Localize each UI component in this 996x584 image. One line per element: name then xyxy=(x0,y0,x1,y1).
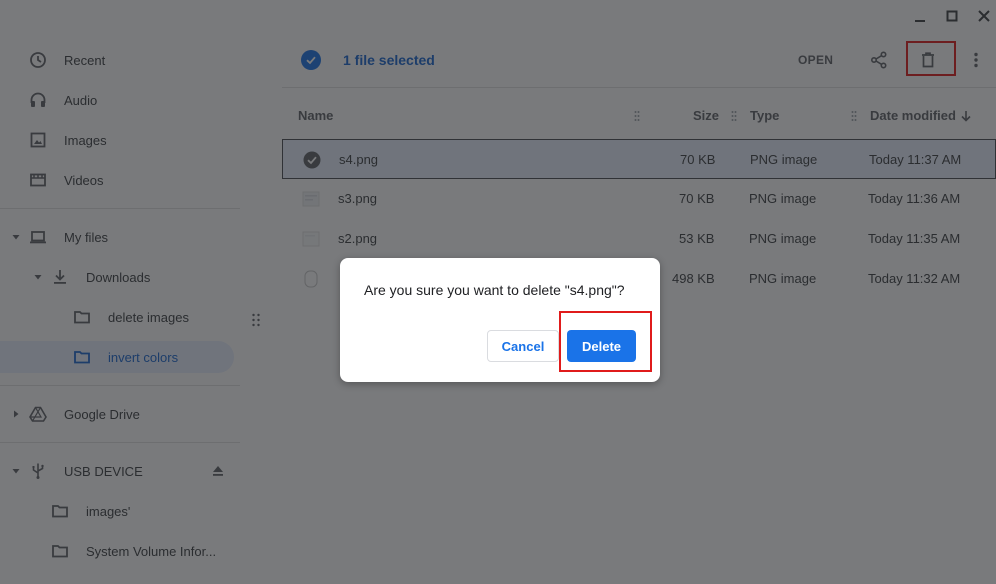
folder-icon xyxy=(51,502,69,520)
column-resize-icon[interactable] xyxy=(851,110,857,122)
sidebar-item-label: delete images xyxy=(108,309,189,325)
download-icon xyxy=(51,268,69,286)
column-resize-icon[interactable] xyxy=(634,110,640,122)
sidebar-item-label: My files xyxy=(64,229,109,245)
expand-arrow-icon[interactable] xyxy=(11,232,21,242)
file-name: s2.png xyxy=(338,231,378,246)
delete-button-highlight xyxy=(559,311,652,372)
maximize-icon[interactable] xyxy=(942,6,962,26)
sidebar-item-label: invert colors xyxy=(108,349,179,365)
file-type: PNG image xyxy=(749,271,817,286)
image-thumbnail-icon xyxy=(302,230,320,248)
sidebar-item-audio[interactable]: Audio xyxy=(0,84,240,116)
sidebar-divider xyxy=(0,208,240,209)
sidebar-item-downloads[interactable]: Downloads xyxy=(0,261,240,293)
file-type: PNG image xyxy=(750,152,818,167)
sidebar-resize-handle[interactable] xyxy=(251,312,261,328)
close-icon[interactable] xyxy=(974,6,994,26)
dialog-message: Are you sure you want to delete "s4.png"… xyxy=(364,282,625,298)
file-date: Today 11:35 AM xyxy=(868,231,961,246)
file-type: PNG image xyxy=(749,191,817,206)
clock-icon xyxy=(29,51,47,69)
delete-confirm-dialog: Are you sure you want to delete "s4.png"… xyxy=(340,258,660,382)
headphones-icon xyxy=(29,91,47,109)
laptop-icon xyxy=(29,228,47,246)
sidebar-item-usb-device[interactable]: USB DEVICE xyxy=(0,455,240,487)
sidebar-item-label: Images xyxy=(64,132,107,148)
eject-icon[interactable] xyxy=(209,462,227,480)
column-header-row: Name Size Type Date modified xyxy=(282,102,996,130)
file-date: Today 11:37 AM xyxy=(869,152,962,167)
sidebar-item-recent[interactable]: Recent xyxy=(0,44,240,76)
minimize-icon[interactable] xyxy=(910,6,930,26)
image-thumbnail-icon xyxy=(302,190,320,208)
column-resize-icon[interactable] xyxy=(731,110,737,122)
sidebar-item-system-volume[interactable]: System Volume Infor... xyxy=(0,535,240,567)
file-size: 53 KB xyxy=(679,231,715,246)
row-check-icon xyxy=(303,151,321,169)
title-bar xyxy=(0,0,996,32)
share-icon[interactable] xyxy=(867,48,891,72)
file-size: 70 KB xyxy=(679,191,715,206)
sidebar-item-delete-images[interactable]: delete images xyxy=(0,301,240,333)
file-size: 70 KB xyxy=(680,152,716,167)
selection-check-icon[interactable] xyxy=(301,50,321,70)
collapse-arrow-icon[interactable] xyxy=(11,409,21,419)
film-icon xyxy=(29,171,47,189)
expand-arrow-icon[interactable] xyxy=(33,272,43,282)
sidebar-item-images[interactable]: Images xyxy=(0,124,240,156)
sidebar-divider xyxy=(0,385,240,386)
file-date: Today 11:32 AM xyxy=(868,271,961,286)
file-type: PNG image xyxy=(749,231,817,246)
delete-icon-highlight xyxy=(906,41,956,76)
column-header-name[interactable]: Name xyxy=(298,108,333,123)
usb-icon xyxy=(29,462,47,480)
cancel-button[interactable]: Cancel xyxy=(487,330,559,362)
table-row[interactable]: s2.png 53 KB PNG image Today 11:35 AM xyxy=(282,219,996,259)
sidebar-item-label: Audio xyxy=(64,92,98,108)
folder-icon xyxy=(73,308,91,326)
column-header-size[interactable]: Size xyxy=(693,108,719,123)
sidebar-item-label: Google Drive xyxy=(64,406,140,422)
folder-icon xyxy=(73,348,91,366)
folder-icon xyxy=(51,542,69,560)
image-icon xyxy=(29,131,47,149)
table-row[interactable]: s4.png 70 KB PNG image Today 11:37 AM xyxy=(282,139,996,179)
expand-arrow-icon[interactable] xyxy=(11,466,21,476)
sidebar-item-label: System Volume Infor... xyxy=(86,543,217,559)
sidebar-item-invert-colors[interactable]: invert colors xyxy=(0,341,234,373)
sidebar-item-usb-images[interactable]: images' xyxy=(0,495,240,527)
image-thumbnail-icon xyxy=(302,270,320,288)
file-name: s4.png xyxy=(339,152,379,167)
sort-arrow-down-icon[interactable] xyxy=(959,109,973,123)
file-date: Today 11:36 AM xyxy=(868,191,961,206)
sidebar-item-label: Recent xyxy=(64,52,106,68)
sidebar-item-label: Downloads xyxy=(86,269,151,285)
sidebar-item-my-files[interactable]: My files xyxy=(0,221,240,253)
sidebar-item-google-drive[interactable]: Google Drive xyxy=(0,398,240,430)
more-vertical-icon[interactable] xyxy=(964,48,988,72)
sidebar: Recent Audio Images Videos My files Down… xyxy=(0,32,282,584)
selection-count: 1 file selected xyxy=(343,52,435,68)
file-name: s3.png xyxy=(338,191,378,206)
selection-toolbar: 1 file selected OPEN xyxy=(282,32,996,88)
sidebar-divider xyxy=(0,442,240,443)
google-drive-icon xyxy=(29,405,47,423)
sidebar-item-label: Videos xyxy=(64,172,104,188)
sidebar-item-label: images' xyxy=(86,503,131,519)
column-header-type[interactable]: Type xyxy=(750,108,779,123)
open-button[interactable]: OPEN xyxy=(790,49,841,71)
table-row[interactable]: s3.png 70 KB PNG image Today 11:36 AM xyxy=(282,179,996,219)
sidebar-item-videos[interactable]: Videos xyxy=(0,164,240,196)
file-size: 498 KB xyxy=(672,271,715,286)
column-header-date-modified[interactable]: Date modified xyxy=(870,108,956,123)
sidebar-item-label: USB DEVICE xyxy=(64,463,143,479)
